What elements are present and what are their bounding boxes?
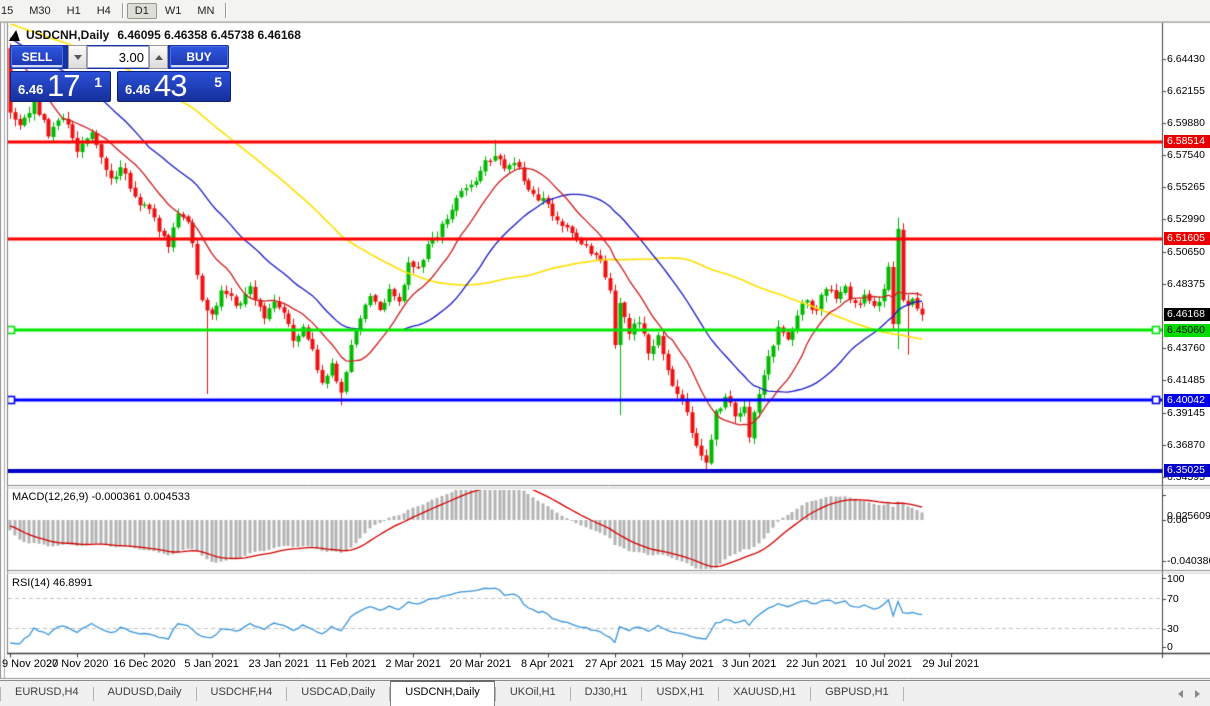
price-level-badge: 6.35025: [1164, 464, 1210, 477]
chart-tab-XAUUSD[interactable]: XAUUSD,H1: [719, 681, 810, 706]
timeframe-button-H4[interactable]: H4: [89, 3, 119, 19]
rsi-scale-label: 100: [1167, 573, 1185, 585]
volume-increase-button[interactable]: [149, 45, 168, 69]
buy-price-big: 43: [154, 68, 186, 104]
date-label: 2 Mar 2021: [385, 658, 441, 670]
chart-tab-AUDUSD[interactable]: AUDUSD,Daily: [94, 681, 196, 706]
date-label: 8 Apr 2021: [521, 658, 574, 670]
chart-title: USDCNH,Daily 6.46095 6.46358 6.45738 6.4…: [10, 28, 301, 42]
price-tick-label: 6.55265: [1167, 181, 1205, 193]
volume-decrease-button[interactable]: [68, 45, 87, 69]
chart-tab-bar: EURUSD,H4AUDUSD,DailyUSDCHF,H4USDCAD,Dai…: [0, 680, 1210, 706]
mt4-window: 15M30H1H4D1W1MN USDCNH,Daily 6.46095 6.4…: [0, 0, 1210, 706]
one-click-trading-panel: SELL BUY 6.46 17 1 6.46 43 5: [10, 45, 229, 100]
buy-price-superscript: 5: [214, 74, 222, 90]
buy-price-panel[interactable]: 6.46 43 5: [117, 71, 231, 102]
toolbar-separator: [122, 3, 124, 18]
rsi-scale-label: 30: [1167, 623, 1179, 635]
tab-scroll-arrows: [1178, 681, 1210, 706]
chevron-up-icon: [155, 55, 163, 60]
chart-tab-UKOil[interactable]: UKOil,H1: [496, 681, 570, 706]
price-level-badge: 6.46168: [1164, 308, 1210, 321]
date-label: 23 Jan 2021: [249, 658, 310, 670]
chart-tab-USDCNH[interactable]: USDCNH,Daily: [390, 680, 495, 706]
buy-price-prefix: 6.46: [125, 82, 150, 97]
price-tick-label: 6.64430: [1167, 53, 1205, 65]
price-tick-label: 6.62155: [1167, 85, 1205, 97]
price-tick-label: 6.41485: [1167, 374, 1205, 386]
sell-price-big: 17: [47, 68, 79, 104]
timeframe-button-D1[interactable]: D1: [127, 3, 157, 19]
macd-scale-label: -0.040386: [1167, 555, 1210, 567]
chevron-down-icon: [74, 55, 82, 60]
macd-scale-label: 0.00: [1167, 514, 1187, 526]
date-label: 16 Dec 2020: [113, 658, 175, 670]
chart-tab-USDCHF[interactable]: USDCHF,H4: [197, 681, 287, 706]
date-label: 3 Jun 2021: [722, 658, 776, 670]
chart-tab-EURUSD[interactable]: EURUSD,H4: [1, 681, 93, 706]
timeframe-button-W1[interactable]: W1: [157, 3, 190, 19]
date-label: 29 Jul 2021: [922, 658, 979, 670]
sell-price-panel[interactable]: 6.46 17 1: [10, 71, 111, 102]
tab-separator: [903, 687, 904, 701]
price-level-badge: 6.40042: [1164, 394, 1210, 407]
chart-ohlc: 6.46095 6.46358 6.45738 6.46168: [117, 28, 301, 42]
time-axis[interactable]: 9 Nov 202027 Nov 202016 Dec 20205 Jan 20…: [0, 656, 1210, 676]
price-tick-label: 6.48375: [1167, 278, 1205, 290]
sell-button[interactable]: SELL: [11, 46, 63, 68]
chart-tab-USDCAD[interactable]: USDCAD,Daily: [287, 681, 389, 706]
timeframe-button-MN[interactable]: MN: [189, 3, 222, 19]
date-label: 27 Apr 2021: [585, 658, 644, 670]
price-level-badge: 6.45060: [1164, 324, 1210, 337]
price-tick-label: 6.36870: [1167, 439, 1205, 451]
price-tick-label: 6.43760: [1167, 342, 1205, 354]
chart-logo-icon: [9, 30, 22, 41]
rsi-label: RSI(14) 46.8991: [12, 577, 93, 589]
sell-price-prefix: 6.46: [18, 82, 43, 97]
chart-symbol-period: USDCNH,Daily: [26, 28, 109, 42]
rsi-scale-label: 70: [1167, 593, 1179, 605]
tab-scroll-left-button[interactable]: [1178, 690, 1183, 698]
trade-panel-controls: SELL BUY: [10, 45, 229, 69]
price-axis[interactable]: 6.64430 6.62155 6.59880 6.57540 6.55265 6.529…: [1163, 21, 1210, 653]
date-label: 10 Jul 2021: [855, 658, 912, 670]
price-tick-label: 6.59880: [1167, 117, 1205, 129]
toolbar-separator: [225, 3, 227, 18]
chart-tab-GBPUSD[interactable]: GBPUSD,H1: [811, 681, 903, 706]
chart-tab-USDX[interactable]: USDX,H1: [642, 681, 718, 706]
price-tick-label: 6.39145: [1167, 407, 1205, 419]
price-level-badge: 6.51605: [1164, 232, 1210, 245]
price-tick-label: 6.57540: [1167, 149, 1205, 161]
date-label: 20 Mar 2021: [450, 658, 512, 670]
timeframe-button-M30[interactable]: M30: [21, 3, 58, 19]
price-tick-label: 6.52990: [1167, 213, 1205, 225]
price-chart-canvas[interactable]: [0, 0, 1210, 706]
macd-label: MACD(12,26,9) -0.000361 0.004533: [12, 491, 190, 503]
tab-scroll-right-button[interactable]: [1195, 690, 1200, 698]
timeframe-toolbar: 15M30H1H4 D1W1MN: [0, 0, 1210, 22]
date-label: 27 Nov 2020: [46, 658, 108, 670]
date-label: 22 Jun 2021: [786, 658, 847, 670]
timeframe-button-15[interactable]: 15: [0, 3, 21, 19]
price-tick-label: 6.50650: [1167, 246, 1205, 258]
buy-button[interactable]: BUY: [170, 46, 228, 68]
date-label: 15 May 2021: [650, 658, 714, 670]
timeframe-button-H1[interactable]: H1: [59, 3, 89, 19]
volume-input[interactable]: [87, 46, 149, 68]
date-label: 11 Feb 2021: [316, 658, 377, 670]
sell-price-superscript: 1: [94, 74, 102, 90]
rsi-scale-label: 0: [1167, 641, 1173, 653]
date-label: 5 Jan 2021: [184, 658, 238, 670]
chart-tab-DJ30[interactable]: DJ30,H1: [571, 681, 642, 706]
price-level-badge: 6.58514: [1164, 135, 1210, 148]
